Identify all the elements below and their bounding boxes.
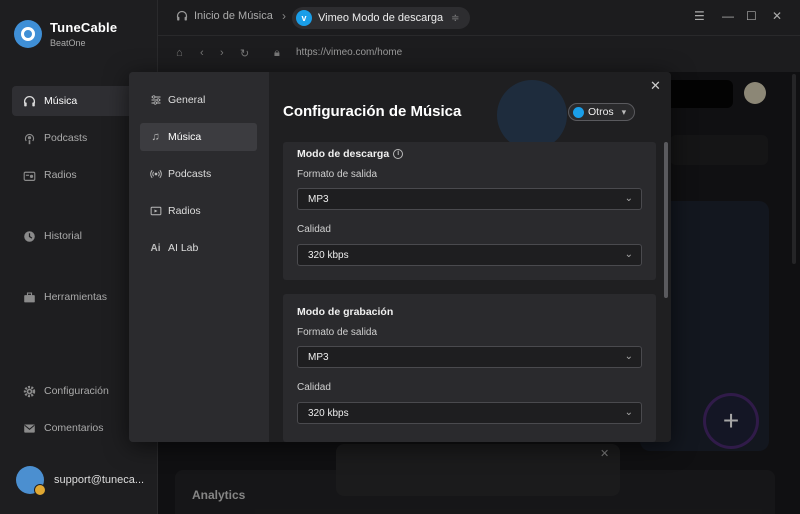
quality-label: Calidad [297,224,331,235]
recording-quality-select[interactable]: 320 kbps ⌄ [297,402,642,424]
chevron-right-icon: › [282,9,286,23]
settings-nav: General ♫ Música Podcasts Radios Ai AI L… [129,72,269,442]
download-quality-select[interactable]: 320 kbps ⌄ [297,244,642,266]
download-format-select[interactable]: MP3 ⌄ [297,188,642,210]
back-icon[interactable]: ‹ [200,47,204,59]
sidebar-item-label: Podcasts [44,132,88,144]
chevron-down-icon: ⌄ [624,351,633,362]
sidebar-item-label: Herramientas [44,291,108,303]
format-label: Formato de salida [297,169,378,180]
top-bar: Inicio de Música › v Vimeo Modo de desca… [158,0,800,36]
user-email: support@tuneca... [54,474,145,486]
format-label: Formato de salida [297,327,378,338]
close-icon[interactable]: ✕ [650,78,661,94]
mail-icon [22,421,36,435]
source-selector[interactable]: Otros ▾ [568,103,636,121]
recording-format-select[interactable]: MP3 ⌄ [297,346,642,368]
tab-vimeo[interactable]: v Vimeo Modo de descarga ≑ [292,7,470,29]
app-name: TuneCable [50,20,118,35]
breadcrumb-home[interactable]: Inicio de Música [176,10,273,22]
headphones-icon [22,94,36,108]
radio-icon [149,205,162,217]
lock-icon: 🔒︎ [274,47,280,59]
sidebar-item-label: Configuración [44,385,109,397]
app-logo: TuneCable BeatOne [14,20,117,48]
settings-nav-label: AI Lab [168,242,199,254]
history-icon [22,229,36,243]
gear-icon [22,384,36,398]
settings-nav-musica[interactable]: ♫ Música [140,123,257,151]
tab-label: Vimeo Modo de descarga [318,12,444,24]
sidebar-item-label: Historial [44,230,82,242]
sidebar-item-label: Música [44,95,78,107]
browser-bar: ⌂ ‹ › ↻ 🔒︎ https://vimeo.com/home [158,36,800,72]
info-icon: i [393,149,404,160]
url-field[interactable]: https://vimeo.com/home [296,47,402,58]
chevron-down-icon: ⌄ [624,249,633,260]
chevron-down-icon: ⌄ [624,193,633,204]
download-mode-section: Modo de descarga i Formato de salida MP3 … [283,142,656,280]
download-mode-title: Modo de descarga i [297,148,404,160]
chevron-down-icon: ⌄ [624,407,633,418]
settings-nav-ai-lab[interactable]: Ai AI Lab [140,234,257,262]
settings-nav-label: Radios [168,205,201,217]
recording-mode-title: Modo de grabación [297,306,394,318]
podcast-icon [149,168,162,180]
settings-nav-general[interactable]: General [140,86,257,114]
podcast-icon [22,131,36,145]
music-note-icon: ♫ [151,131,160,143]
settings-nav-label: General [168,94,206,106]
maximize-icon[interactable]: ☐ [746,9,757,23]
settings-content: Configuración de Música Otros ▾ Modo de … [269,72,671,442]
avatar [16,466,46,496]
quality-label: Calidad [297,382,331,393]
settings-scrollbar[interactable] [664,142,668,298]
logo-icon [14,20,42,48]
switch-icon[interactable]: ≑ [451,13,459,24]
close-icon[interactable]: ✕ [772,9,782,23]
sliders-icon [149,94,162,106]
settings-nav-podcasts[interactable]: Podcasts [140,160,257,188]
settings-title: Configuración de Música [283,103,462,120]
music-decoration [497,80,567,150]
toolbox-icon [22,290,36,304]
radio-icon [22,168,36,182]
user-account[interactable]: support@tuneca... [16,466,145,496]
minimize-icon[interactable]: — [722,9,734,23]
source-icon [573,106,584,118]
settings-dialog: General ♫ Música Podcasts Radios Ai AI L… [129,72,671,442]
ai-icon: Ai [150,242,161,254]
settings-nav-label: Música [168,131,202,143]
sidebar-item-label: Comentarios [44,422,104,434]
forward-icon[interactable]: › [220,47,224,59]
source-selector-label: Otros [588,106,614,118]
reload-icon[interactable]: ↻ [240,47,249,60]
breadcrumb-home-label: Inicio de Música [194,10,273,22]
recording-mode-section: Modo de grabación Formato de salida MP3 … [283,294,656,442]
chevron-down-icon: ▾ [621,106,627,117]
menu-icon[interactable]: ☰ [694,9,705,23]
headphones-icon [176,10,188,22]
sidebar-item-label: Radios [44,169,77,181]
home-icon[interactable]: ⌂ [176,47,183,59]
app-subtitle: BeatOne [50,38,86,48]
settings-nav-label: Podcasts [168,168,212,180]
settings-nav-radios[interactable]: Radios [140,197,257,225]
vimeo-icon: v [296,10,312,26]
